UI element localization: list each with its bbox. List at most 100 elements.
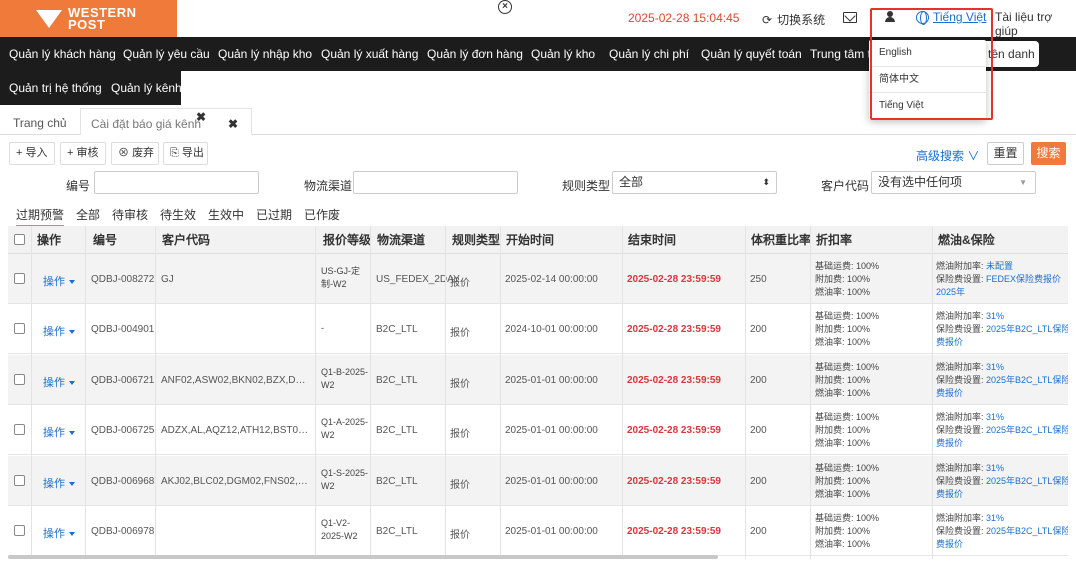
nav-order-management[interactable]: Quản lý đơn hàng bbox=[427, 37, 523, 71]
insurance-link-cont[interactable]: 2025年 bbox=[936, 286, 1068, 299]
nav-warehouse-management[interactable]: Quản lý kho bbox=[531, 37, 595, 71]
status-tab-pending-review[interactable]: 待审核 bbox=[112, 206, 148, 223]
row-checkbox[interactable] bbox=[14, 374, 25, 385]
search-button[interactable]: 搜索 bbox=[1031, 142, 1066, 165]
row-checkbox[interactable] bbox=[14, 475, 25, 486]
row-channel: US_FEDEX_2DAY bbox=[376, 274, 460, 285]
col-divider bbox=[85, 226, 86, 559]
row-fuel-insurance: 燃油附加率: 31% 保险费设置: 2025年B2C_LTL保险 费报价 bbox=[936, 310, 1068, 349]
insurance-link[interactable]: 2025年B2C_LTL保险 bbox=[986, 375, 1068, 385]
mail-icon[interactable] bbox=[843, 12, 857, 23]
switch-system-button[interactable]: ⟳ 切换系统 bbox=[762, 11, 825, 28]
tab-channel-quote-settings[interactable]: Cài đặt báo giá kênh bbox=[80, 108, 252, 135]
status-tab-expiry-warning[interactable]: 过期预警 bbox=[16, 206, 65, 227]
nav-settlement-management[interactable]: Quản lý quyết toán bbox=[701, 37, 802, 71]
customer-code-value: 没有选中任何项 bbox=[878, 175, 963, 189]
col-divider bbox=[622, 226, 623, 559]
col-divider bbox=[445, 226, 446, 559]
advanced-search-toggle[interactable]: 高级搜索 ∨ bbox=[916, 147, 979, 164]
row-operation-dropdown[interactable]: 操作 bbox=[43, 273, 75, 289]
col-operation: 操作 bbox=[37, 233, 62, 247]
fuel-rate-label: 燃油附加率: bbox=[936, 362, 987, 372]
fuel-rate-link[interactable]: 31% bbox=[986, 513, 1004, 523]
row-fuel-insurance: 燃油附加率: 31% 保险费设置: 2025年B2C_LTL保险 费报价 bbox=[936, 512, 1068, 551]
status-tab-in-effect[interactable]: 生效中 bbox=[208, 206, 244, 223]
row-checkbox[interactable] bbox=[14, 273, 25, 284]
insurance-link-cont[interactable]: 费报价 bbox=[936, 538, 1068, 551]
nav-channel-management[interactable]: Quản lý kênh bbox=[111, 71, 182, 105]
status-tab-all[interactable]: 全部 bbox=[76, 206, 100, 223]
export-button[interactable]: ⎘ 导出 bbox=[163, 142, 208, 165]
fuel-rate-link[interactable]: 31% bbox=[986, 412, 1004, 422]
nav-center[interactable]: Trung tâm t bbox=[810, 37, 871, 71]
review-button[interactable]: + 审核 bbox=[60, 142, 106, 165]
chevron-down-icon: ∨ bbox=[967, 149, 980, 163]
row-start-time: 2025-01-01 00:00:00 bbox=[505, 476, 598, 487]
col-quote-level: 报价等级 bbox=[323, 233, 372, 247]
help-docs-link[interactable]: Tài liệu trợ giúp bbox=[995, 10, 1076, 38]
row-operation-dropdown[interactable]: 操作 bbox=[43, 323, 75, 339]
nav-cost-management[interactable]: Quản lý chi phí bbox=[609, 37, 689, 71]
discard-button[interactable]: ⊗ 废弃 bbox=[111, 142, 159, 165]
import-button[interactable]: + 导入 bbox=[9, 142, 55, 165]
row-start-time: 2025-01-01 00:00:00 bbox=[505, 526, 598, 537]
row-end-time: 2025-02-28 23:59:59 bbox=[627, 375, 721, 386]
row-quote-level: US-GJ-定制-W2 bbox=[321, 266, 360, 289]
status-tab-pending-effective[interactable]: 待生效 bbox=[160, 206, 196, 223]
row-volume-ratio: 200 bbox=[750, 425, 767, 436]
insurance-link[interactable]: 2025年B2C_LTL保险 bbox=[986, 425, 1068, 435]
nav-inbound-management[interactable]: Quản lý nhập kho bbox=[218, 37, 312, 71]
insurance-link-cont[interactable]: 费报价 bbox=[936, 437, 1068, 450]
fuel-rate-label: 燃油附加率: bbox=[936, 412, 987, 422]
select-all-checkbox[interactable] bbox=[14, 234, 25, 245]
nav-system-admin[interactable]: Quản trị hệ thống bbox=[9, 71, 102, 105]
insurance-link-cont[interactable]: 费报价 bbox=[936, 488, 1068, 501]
row-channel: B2C_LTL bbox=[376, 425, 418, 436]
rule-type-select[interactable]: 全部 ⬍ bbox=[612, 171, 777, 194]
insurance-link[interactable]: 2025年B2C_LTL保险 bbox=[986, 526, 1068, 536]
channel-filter-input[interactable] bbox=[353, 171, 518, 194]
nav-outbound-management[interactable]: Quản lý xuất hàng bbox=[321, 37, 418, 71]
nav-request-management[interactable]: Quản lý yêu cầu bbox=[123, 37, 210, 71]
reset-button[interactable]: 重置 bbox=[987, 142, 1024, 165]
insurance-link[interactable]: 2025年B2C_LTL保险 bbox=[986, 476, 1068, 486]
col-divider bbox=[745, 226, 746, 559]
tab-close-icon[interactable]: ✖ bbox=[196, 110, 206, 124]
row-operation-dropdown[interactable]: 操作 bbox=[43, 475, 75, 491]
customer-code-select[interactable]: 没有选中任何项 ▼ bbox=[871, 171, 1036, 194]
row-operation-dropdown[interactable]: 操作 bbox=[43, 525, 75, 541]
status-tab-expired[interactable]: 已过期 bbox=[256, 206, 292, 223]
insurance-label: 保险费设置: bbox=[936, 476, 987, 486]
insurance-link-cont[interactable]: 费报价 bbox=[936, 336, 1068, 349]
table-row: 操作 QDBJ-006968 AKJ02,BLC02,DGM02,FNS02,GLW… bbox=[8, 456, 1068, 506]
fuel-rate-link[interactable]: 31% bbox=[986, 311, 1004, 321]
logo[interactable]: WESTERN POST bbox=[0, 0, 177, 37]
fuel-rate-link[interactable]: 31% bbox=[986, 362, 1004, 372]
insurance-link-cont[interactable]: 费报价 bbox=[936, 387, 1068, 400]
import-label: 导入 bbox=[25, 147, 48, 159]
row-checkbox[interactable] bbox=[14, 525, 25, 536]
row-code: QDBJ-006968 bbox=[91, 476, 155, 487]
tab-active-label: Cài đặt báo giá kênh bbox=[91, 117, 202, 131]
status-tab-voided[interactable]: 已作废 bbox=[304, 206, 340, 223]
insurance-link[interactable]: 2025年B2C_LTL保险 bbox=[986, 324, 1068, 334]
row-checkbox[interactable] bbox=[14, 323, 25, 334]
nav-customer-management[interactable]: Quản lý khách hàng bbox=[9, 37, 116, 71]
refresh-icon: ⟳ bbox=[762, 12, 773, 27]
fuel-rate-link[interactable]: 31% bbox=[986, 463, 1004, 473]
table-row: 操作 QDBJ-006721 ANF02,ASW02,BKN02,BZX,DHH02… bbox=[8, 355, 1068, 405]
close-other-tabs-icon[interactable]: ✖ bbox=[228, 117, 238, 131]
tab-home[interactable]: Trang chủ bbox=[13, 108, 67, 135]
fuel-rate-link[interactable]: 未配置 bbox=[986, 261, 1013, 271]
row-start-time: 2025-02-14 00:00:00 bbox=[505, 274, 598, 285]
col-volume-ratio: 体积重比率 bbox=[751, 233, 812, 247]
row-customer-code: GJ bbox=[161, 274, 174, 285]
table-row: 操作 QDBJ-008272 GJ US-GJ-定制-W2 US_FEDEX_2DAY 报… bbox=[8, 254, 1068, 304]
row-checkbox[interactable] bbox=[14, 424, 25, 435]
code-filter-input[interactable] bbox=[94, 171, 259, 194]
horizontal-scrollbar[interactable] bbox=[8, 555, 718, 559]
insurance-link[interactable]: FEDEX保险费报价 bbox=[986, 274, 1061, 284]
close-circle-icon[interactable]: × bbox=[498, 0, 512, 14]
row-operation-dropdown[interactable]: 操作 bbox=[43, 424, 75, 440]
row-operation-dropdown[interactable]: 操作 bbox=[43, 374, 75, 390]
